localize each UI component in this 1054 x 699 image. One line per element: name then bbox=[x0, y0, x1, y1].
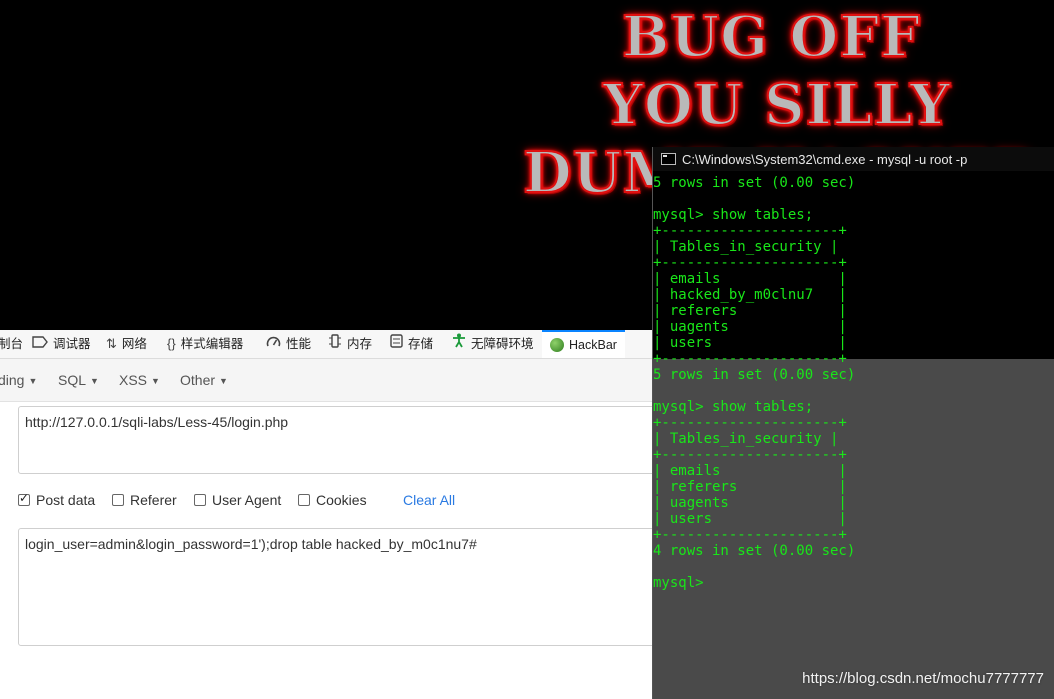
checkbox-icon[interactable] bbox=[298, 494, 310, 506]
cmd-line: 4 rows in set (0.00 sec) bbox=[653, 543, 856, 559]
network-icon: ⇅ bbox=[106, 336, 117, 351]
checkbox-icon[interactable] bbox=[194, 494, 206, 506]
cmd-line: | Tables_in_security | bbox=[653, 239, 839, 255]
tab-performance-label: 性能 bbox=[286, 337, 312, 351]
cmd-line: 5 rows in set (0.00 sec) bbox=[653, 175, 856, 191]
style-editor-icon: {} bbox=[167, 336, 176, 351]
cmd-line: | referers | bbox=[653, 479, 847, 495]
menu-xss-label: XSS bbox=[119, 372, 148, 388]
watermark: https://blog.csdn.net/mochu7777777 bbox=[802, 670, 1044, 687]
memory-icon bbox=[328, 330, 342, 358]
cmd-line: | users | bbox=[653, 511, 847, 527]
user-agent-checkbox[interactable]: User Agent bbox=[194, 492, 281, 508]
cmd-line: +---------------------+ bbox=[653, 255, 847, 271]
tab-console-label: 制台 bbox=[0, 337, 24, 351]
accessibility-icon bbox=[452, 330, 466, 358]
menu-xss[interactable]: XSS ▼ bbox=[119, 372, 160, 388]
tab-performance[interactable]: 性能 bbox=[266, 330, 311, 358]
tab-accessibility-label: 无障碍环境 bbox=[471, 337, 534, 351]
cmd-line: | emails | bbox=[653, 271, 847, 287]
tab-style-editor[interactable]: {} 样式编辑器 bbox=[167, 330, 243, 358]
cmd-line: +---------------------+ bbox=[653, 447, 847, 463]
checkbox-checked-icon[interactable] bbox=[18, 491, 30, 506]
tab-memory[interactable]: 内存 bbox=[328, 330, 372, 358]
banner-line-2: YOU SILLY bbox=[602, 71, 951, 139]
cmd-app-icon bbox=[661, 153, 676, 165]
cmd-line: | referers | bbox=[653, 303, 847, 319]
post-data-value: login_user=admin&login_password=1');drop… bbox=[25, 536, 477, 552]
tab-debugger-label: 调试器 bbox=[53, 337, 91, 351]
cmd-line: 5 rows in set (0.00 sec) bbox=[653, 367, 856, 383]
cmd-line: +---------------------+ bbox=[653, 351, 847, 367]
chevron-down-icon: ▼ bbox=[151, 376, 160, 387]
cookies-checkbox[interactable]: Cookies bbox=[298, 492, 367, 508]
cmd-line: +---------------------+ bbox=[653, 415, 847, 431]
post-data-checkbox[interactable]: Post data bbox=[18, 491, 96, 508]
chevron-down-icon: ▼ bbox=[28, 376, 38, 387]
cmd-output: 5 rows in set (0.00 sec) mysql> show tabl… bbox=[653, 171, 1054, 699]
tab-network[interactable]: ⇅ 网络 bbox=[106, 330, 147, 358]
storage-icon bbox=[390, 330, 403, 358]
menu-encoding[interactable]: ding ▼ bbox=[0, 372, 37, 388]
cmd-line: | Tables_in_security | bbox=[653, 431, 839, 447]
tab-network-label: 网络 bbox=[121, 337, 147, 351]
banner-line-1: BUG OFF bbox=[621, 3, 921, 71]
cmd-line: mysql> bbox=[653, 575, 704, 591]
performance-icon bbox=[266, 330, 281, 358]
menu-sql-label: SQL bbox=[58, 372, 87, 388]
cmd-line: mysql> show tables; bbox=[653, 399, 814, 415]
cmd-line: | uagents | bbox=[653, 495, 847, 511]
chevron-down-icon: ▼ bbox=[219, 376, 228, 387]
tab-storage[interactable]: 存储 bbox=[390, 330, 433, 358]
tab-style-editor-label: 样式编辑器 bbox=[180, 337, 244, 351]
tab-storage-label: 存储 bbox=[408, 337, 434, 351]
chevron-down-icon: ▼ bbox=[90, 376, 99, 387]
cmd-line: | hacked_by_m0clnu7 | bbox=[653, 287, 847, 303]
cookies-label: Cookies bbox=[316, 492, 367, 508]
clear-all-button[interactable]: Clear All bbox=[403, 492, 455, 508]
menu-encoding-label: ding bbox=[0, 372, 25, 388]
menu-other-label: Other bbox=[180, 372, 216, 388]
tab-accessibility[interactable]: 无障碍环境 bbox=[452, 330, 534, 358]
tab-memory-label: 内存 bbox=[347, 337, 373, 351]
tab-debugger[interactable]: 调试器 bbox=[32, 330, 91, 358]
cmd-line: | uagents | bbox=[653, 319, 847, 335]
checkbox-icon[interactable] bbox=[112, 494, 124, 506]
cmd-titlebar[interactable]: C:\Windows\System32\cmd.exe - mysql -u r… bbox=[653, 147, 1054, 171]
cmd-window[interactable]: C:\Windows\System32\cmd.exe - mysql -u r… bbox=[653, 147, 1054, 699]
tab-hackbar-label: HackBar bbox=[569, 338, 617, 352]
cmd-line: mysql> show tables; bbox=[653, 207, 814, 223]
hackbar-logo-icon bbox=[550, 338, 564, 352]
tab-hackbar[interactable]: HackBar bbox=[542, 330, 625, 358]
cmd-line: +---------------------+ bbox=[653, 527, 847, 543]
cmd-title: C:\Windows\System32\cmd.exe - mysql -u r… bbox=[682, 151, 968, 167]
user-agent-label: User Agent bbox=[212, 492, 282, 508]
cmd-line: | users | bbox=[653, 335, 847, 351]
menu-other[interactable]: Other ▼ bbox=[180, 372, 228, 388]
referer-label: Referer bbox=[130, 492, 177, 508]
url-value: http://127.0.0.1/sqli-labs/Less-45/login… bbox=[25, 414, 289, 430]
cmd-line: | emails | bbox=[653, 463, 847, 479]
cmd-line: +---------------------+ bbox=[653, 223, 847, 239]
post-data-label: Post data bbox=[36, 492, 96, 508]
tab-console[interactable]: 制台 bbox=[0, 330, 23, 358]
menu-sql[interactable]: SQL ▼ bbox=[58, 372, 99, 388]
referer-checkbox[interactable]: Referer bbox=[112, 492, 177, 508]
debugger-icon bbox=[32, 330, 48, 358]
